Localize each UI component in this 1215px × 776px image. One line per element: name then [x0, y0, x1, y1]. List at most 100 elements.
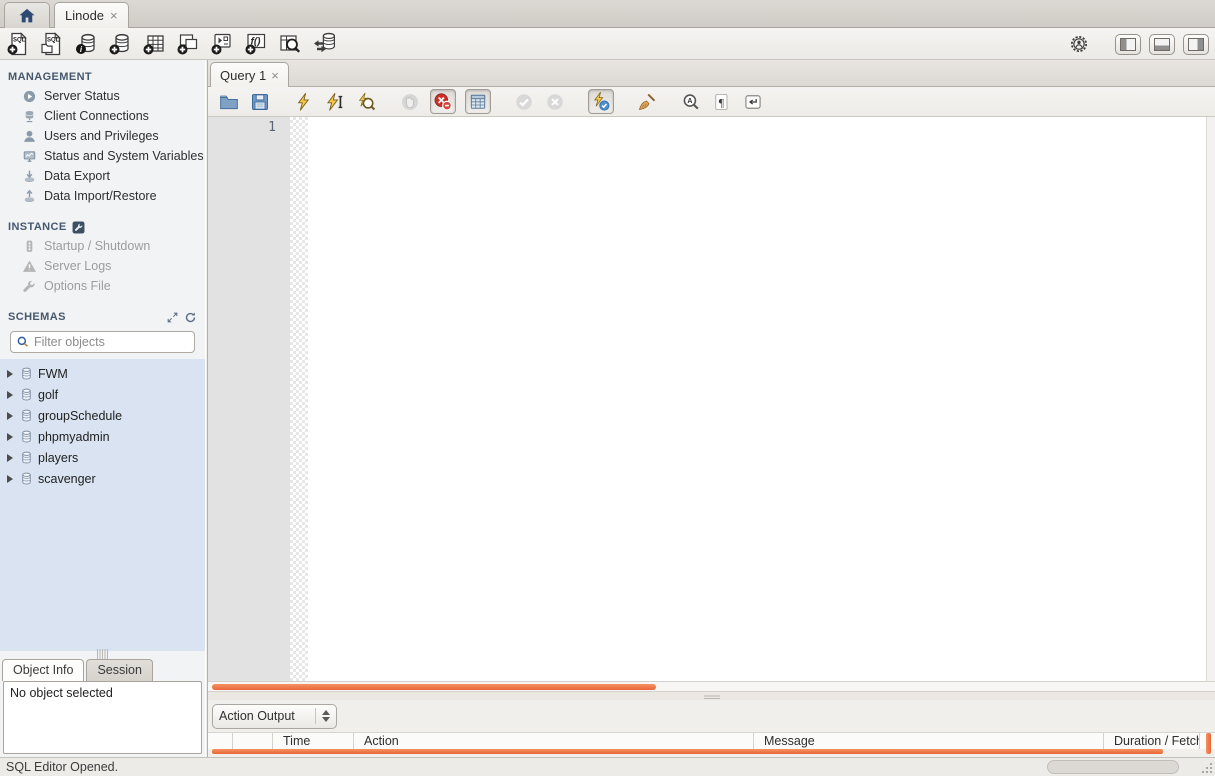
find-button[interactable]: A — [680, 91, 702, 113]
tab-session[interactable]: Session — [86, 659, 153, 681]
object-info-tab-bar: Object Info Session — [0, 657, 205, 681]
home-tab[interactable] — [4, 2, 50, 28]
sidebar-item-client-connections[interactable]: Client Connections — [0, 106, 205, 126]
schema-name: golf — [38, 387, 59, 402]
create-schema-icon[interactable] — [108, 32, 132, 56]
expand-arrow-icon[interactable] — [7, 390, 13, 399]
server-status-icon — [22, 89, 37, 104]
main-pane: Query 1 × A ¶ 1 Action Output Time Actio… — [208, 60, 1215, 757]
schema-name: players — [38, 450, 79, 465]
schema-node[interactable]: golf — [0, 384, 205, 405]
wrap-text-button[interactable] — [742, 91, 764, 113]
schema-node[interactable]: scavenger — [0, 468, 205, 489]
sidebar-item-label: Server Status — [44, 89, 120, 103]
output-column-header[interactable] — [233, 733, 273, 749]
close-icon[interactable]: × — [110, 8, 118, 23]
expand-arrow-icon[interactable] — [7, 432, 13, 441]
schema-name: groupSchedule — [38, 408, 123, 423]
create-function-icon[interactable]: f() — [244, 32, 268, 56]
editor-horizontal-scrollbar[interactable] — [208, 682, 1215, 692]
sidebar-item-data-import[interactable]: Data Import/Restore — [0, 186, 205, 206]
sidebar-item-server-status[interactable]: Server Status — [0, 86, 205, 106]
output-column-header[interactable] — [208, 733, 233, 749]
commit-button — [513, 91, 535, 113]
stop-on-error-button[interactable] — [430, 89, 456, 114]
expand-arrow-icon[interactable] — [7, 369, 13, 378]
data-export-icon — [22, 169, 37, 184]
sql-editor-text-area[interactable] — [308, 117, 1206, 681]
sidebar: MANAGEMENT Server Status Client Connectio… — [0, 60, 205, 757]
object-info-panel: No object selected — [3, 681, 202, 754]
limit-rows-button[interactable] — [465, 89, 491, 114]
output-vertical-scrollbar[interactable] — [1206, 733, 1211, 754]
expand-schemas-icon[interactable] — [166, 311, 179, 324]
beautify-button[interactable] — [636, 91, 658, 113]
create-table-icon[interactable] — [142, 32, 166, 56]
reconnect-dbms-icon[interactable] — [312, 32, 336, 56]
expand-arrow-icon[interactable] — [7, 411, 13, 420]
database-icon — [19, 408, 34, 423]
output-horizontal-scrollbar[interactable] — [208, 749, 1215, 754]
output-hscroll-thumb[interactable] — [212, 749, 1163, 754]
schema-node[interactable]: players — [0, 447, 205, 468]
save-script-button[interactable] — [249, 91, 271, 113]
schema-name: phpmyadmin — [38, 429, 110, 444]
output-column-header[interactable]: Action — [354, 733, 754, 749]
create-procedure-icon[interactable] — [210, 32, 234, 56]
window-resize-grip[interactable] — [1201, 762, 1213, 774]
open-script-button[interactable] — [218, 91, 240, 113]
editor-vertical-scrollbar[interactable] — [1206, 117, 1215, 681]
server-logs-icon — [22, 259, 37, 274]
svg-text:A: A — [687, 97, 692, 105]
schema-node[interactable]: FWM — [0, 363, 205, 384]
search-icon — [16, 335, 30, 349]
spinner-icon — [315, 708, 330, 724]
new-sql-tab-icon[interactable]: SQL — [6, 31, 30, 56]
tab-object-info[interactable]: Object Info — [2, 659, 85, 681]
schemas-section-header: SCHEMAS — [0, 308, 205, 326]
object-info-text: No object selected — [10, 686, 113, 700]
explain-button[interactable] — [355, 91, 377, 113]
toggle-left-panel-button[interactable] — [1115, 33, 1141, 55]
sidebar-item-data-export[interactable]: Data Export — [0, 166, 205, 186]
editor-output-splitter[interactable] — [208, 692, 1215, 700]
close-icon[interactable]: × — [271, 68, 279, 83]
schema-inspector-icon[interactable]: i — [74, 32, 98, 56]
expand-arrow-icon[interactable] — [7, 474, 13, 483]
invisible-chars-button[interactable]: ¶ — [711, 91, 733, 113]
output-type-select[interactable]: Action Output — [212, 703, 337, 729]
sidebar-item-sys-vars[interactable]: Status and System Variables — [0, 146, 205, 166]
sidebar-item-startup-shutdown: Startup / Shutdown — [0, 236, 205, 256]
connection-tab-linode[interactable]: Linode × — [54, 2, 129, 28]
autocommit-button[interactable] — [588, 89, 614, 114]
sidebar-item-options-file: Options File — [0, 276, 205, 296]
open-sql-script-icon[interactable]: SQL — [40, 31, 64, 56]
output-column-header[interactable]: Duration / Fetch — [1104, 733, 1200, 749]
refresh-schemas-icon[interactable] — [184, 311, 197, 324]
connection-tab-label: Linode — [65, 8, 105, 23]
search-data-icon[interactable] — [278, 32, 302, 56]
progress-indicator — [1047, 760, 1179, 774]
toggle-right-panel-button[interactable] — [1183, 33, 1209, 55]
create-view-icon[interactable] — [176, 32, 200, 56]
mysql-workbench-window: Linode × SQL SQL i f() MANAGEMENT Server St… — [0, 0, 1215, 776]
execute-button[interactable] — [293, 91, 315, 113]
schema-filter-input[interactable] — [34, 335, 195, 349]
query-tab[interactable]: Query 1 × — [210, 62, 289, 87]
schema-node[interactable]: groupSchedule — [0, 405, 205, 426]
output-column-header[interactable]: Message — [754, 733, 1104, 749]
editor-hscroll-thumb[interactable] — [212, 684, 656, 690]
status-text: SQL Editor Opened. — [6, 760, 119, 774]
output-column-header[interactable]: Time — [273, 733, 354, 749]
preferences-icon[interactable] — [1069, 34, 1089, 54]
toggle-bottom-panel-button[interactable] — [1149, 33, 1175, 55]
sidebar-item-label: Server Logs — [44, 259, 112, 273]
execute-current-button[interactable] — [324, 91, 346, 113]
line-number: 1 — [268, 120, 276, 135]
data-import-icon — [22, 189, 37, 204]
sidebar-item-users[interactable]: Users and Privileges — [0, 126, 205, 146]
schema-node[interactable]: phpmyadmin — [0, 426, 205, 447]
fold-margin — [290, 117, 308, 681]
expand-arrow-icon[interactable] — [7, 453, 13, 462]
sidebar-item-label: Options File — [44, 279, 111, 293]
